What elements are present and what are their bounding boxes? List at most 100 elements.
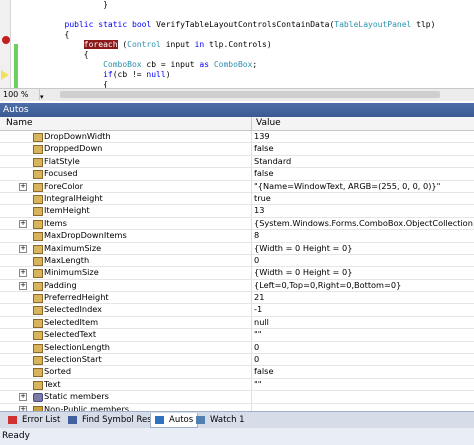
row-name: Sorted (44, 366, 72, 377)
table-row[interactable]: IntegralHeight true (0, 192, 474, 206)
tab-error-list[interactable]: Error List (4, 413, 64, 427)
cell-divider (251, 205, 252, 218)
cell-divider (251, 143, 252, 156)
table-row[interactable]: SelectedItem null (0, 316, 474, 330)
row-value[interactable]: false (254, 143, 273, 154)
cell-divider (251, 217, 252, 230)
cell-divider (251, 316, 252, 329)
table-row[interactable]: Sorted false (0, 366, 474, 379)
row-value[interactable]: null (254, 317, 269, 328)
row-value[interactable]: 0 (254, 342, 259, 353)
breakpoint-icon[interactable] (2, 36, 10, 44)
row-value[interactable]: false (254, 168, 273, 179)
cell-divider (251, 391, 252, 404)
table-row[interactable]: MaxDropDownItems 8 (0, 230, 474, 243)
table-row[interactable]: Focused false (0, 168, 474, 181)
row-value[interactable]: -1 (254, 304, 262, 315)
table-row[interactable]: SelectedText "" (0, 329, 474, 342)
property-icon (33, 318, 43, 328)
table-row[interactable]: + ForeColor "{Name=WindowText, ARGB=(255, … (0, 180, 474, 193)
editor-horizontal-scrollbar[interactable]: 100 % ▾ (0, 88, 474, 101)
cell-divider (251, 254, 252, 267)
code-line[interactable]: public static bool VerifyTableLayoutCont… (26, 20, 436, 30)
code-line[interactable]: { (26, 50, 435, 60)
tab-watch-1[interactable]: Watch 1 (192, 413, 249, 427)
property-icon (33, 356, 43, 366)
row-value[interactable]: true (254, 193, 271, 204)
row-name: MinimumSize (44, 267, 99, 278)
code-line[interactable] (26, 10, 435, 20)
table-row[interactable]: + MaximumSize {Width = 0 Height = 0} (0, 242, 474, 255)
table-row[interactable]: ItemHeight 13 (0, 205, 474, 218)
expand-icon[interactable]: + (19, 219, 27, 228)
row-value[interactable]: Standard (254, 156, 291, 167)
row-name: SelectedItem (44, 316, 99, 327)
table-row[interactable]: SelectionStart 0 (0, 354, 474, 367)
row-value[interactable]: 139 (254, 131, 270, 142)
value-column-header[interactable]: Value (256, 117, 281, 130)
table-row[interactable]: DroppedDown false (0, 143, 474, 156)
row-value[interactable]: {System.Windows.Forms.ComboBox.ObjectCol… (254, 218, 474, 229)
row-value[interactable]: 13 (254, 205, 264, 216)
row-name: Items (44, 217, 67, 228)
code-line[interactable]: foreach (Control input in tlp.Controls) (26, 40, 435, 50)
row-name: IntegralHeight (44, 192, 103, 203)
name-column-header[interactable]: Name (6, 117, 33, 130)
panel-title-label: Autos (3, 105, 29, 115)
zoom-dropdown-icon[interactable]: ▾ (40, 92, 44, 103)
expand-icon[interactable]: + (19, 269, 27, 278)
row-value[interactable]: false (254, 366, 273, 377)
column-headers: Name Value (0, 117, 474, 131)
table-row[interactable]: FlatStyle Standard (0, 155, 474, 169)
row-value[interactable]: {Width = 0 Height = 0} (254, 243, 352, 254)
cell-divider (251, 341, 252, 354)
property-icon (33, 294, 43, 304)
table-row[interactable]: Text "" (0, 378, 474, 392)
expand-icon[interactable]: + (19, 182, 27, 191)
code-line[interactable]: ComboBox cb = input as ComboBox; (26, 60, 435, 70)
row-name: PreferredHeight (44, 292, 109, 303)
table-row[interactable]: PreferredHeight 21 (0, 292, 474, 305)
row-value[interactable]: 0 (254, 354, 259, 365)
code-line[interactable]: { (26, 30, 435, 40)
row-value[interactable]: "" (254, 379, 262, 390)
table-row[interactable]: + Items {System.Windows.Forms.ComboBox.Obj… (0, 217, 474, 231)
row-value[interactable]: "{Name=WindowText, ARGB=(255, 0, 0, 0)}" (254, 181, 440, 192)
table-row[interactable]: + Static members (0, 391, 474, 404)
property-icon (33, 194, 43, 204)
table-row[interactable]: DropDownWidth 139 (0, 131, 474, 144)
row-value[interactable]: "" (254, 329, 262, 340)
table-row[interactable]: + Non-Public members (0, 403, 474, 411)
table-row[interactable]: SelectionLength 0 (0, 341, 474, 355)
tab-label: Error List (22, 415, 61, 425)
row-name: MaxDropDownItems (44, 230, 127, 241)
row-value[interactable]: 21 (254, 292, 264, 303)
table-row[interactable]: + Padding {Left=0,Top=0,Right=0,Bottom=0} (0, 279, 474, 293)
code-text[interactable]: } public static bool VerifyTableLayoutCo… (26, 0, 436, 88)
property-icon (33, 368, 43, 378)
expand-icon[interactable]: + (19, 393, 27, 402)
property-icon (33, 380, 43, 390)
table-row[interactable]: + MinimumSize {Width = 0 Height = 0} (0, 267, 474, 280)
code-editor[interactable]: } public static bool VerifyTableLayoutCo… (0, 0, 474, 88)
expand-icon[interactable]: + (19, 244, 27, 253)
tab-autos[interactable]: Autos (150, 413, 199, 428)
row-value[interactable]: {Left=0,Top=0,Right=0,Bottom=0} (254, 280, 401, 291)
table-row[interactable]: MaxLength 0 (0, 254, 474, 268)
property-icon (33, 182, 43, 192)
scroll-thumb[interactable] (60, 91, 440, 98)
table-row[interactable]: SelectedIndex -1 (0, 304, 474, 317)
cell-divider (251, 267, 252, 280)
row-name: FlatStyle (44, 155, 80, 166)
column-divider[interactable] (251, 117, 252, 131)
code-line[interactable]: { (26, 80, 435, 88)
code-line[interactable]: if(cb != null) (26, 70, 435, 80)
row-value[interactable]: 8 (254, 230, 259, 241)
expand-icon[interactable]: + (19, 281, 27, 290)
row-value[interactable]: {Width = 0 Height = 0} (254, 267, 352, 278)
code-line[interactable]: } (26, 0, 435, 10)
zoom-level[interactable]: 100 % ▾ (0, 89, 44, 101)
cell-divider (251, 131, 252, 143)
row-value[interactable]: 0 (254, 255, 259, 266)
autos-grid[interactable]: DropDownWidth 139 DroppedDown false FlatStyl… (0, 131, 474, 411)
